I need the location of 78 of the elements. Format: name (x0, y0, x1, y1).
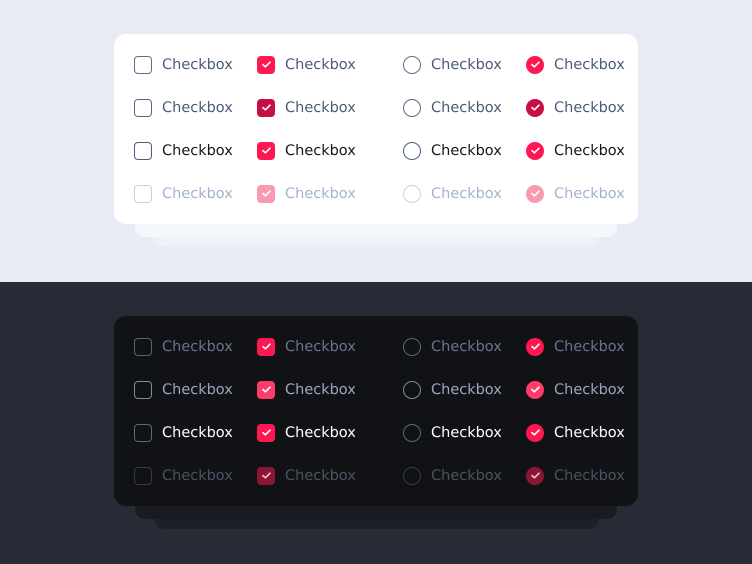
checkbox[interactable] (257, 424, 275, 442)
checkbox-label: Checkbox (285, 100, 356, 116)
checkbox-label: Checkbox (431, 56, 502, 72)
checkbox-label: Checkbox (554, 338, 625, 354)
checkmark-icon (530, 472, 540, 479)
checkbox-label: Checkbox (431, 424, 502, 440)
checkbox-label: Checkbox (554, 424, 625, 440)
checkbox[interactable] (134, 338, 152, 356)
checkmark-icon (262, 472, 270, 479)
checkbox[interactable] (134, 466, 152, 484)
checkbox-label: Checkbox (285, 186, 356, 202)
checkbox-label: Checkbox (285, 56, 356, 72)
checkmark-icon (262, 343, 270, 350)
checkbox[interactable] (134, 98, 152, 116)
radio-checkbox[interactable] (526, 424, 544, 442)
checkbox-label: Checkbox (285, 382, 356, 398)
checkbox-label: Checkbox (554, 142, 625, 158)
checkmark-icon (530, 190, 540, 197)
checkmark-icon (262, 104, 270, 111)
checkbox-label: Checkbox (162, 100, 233, 116)
checkmark-icon (262, 429, 270, 436)
checkbox-label: Checkbox (162, 424, 233, 440)
checkbox-label: Checkbox (431, 142, 502, 158)
checkbox-label: Checkbox (431, 468, 502, 484)
radio-checkbox[interactable] (403, 466, 421, 484)
checkbox-label: Checkbox (554, 100, 625, 116)
checkbox[interactable] (257, 98, 275, 116)
checkbox-label: Checkbox (431, 100, 502, 116)
radio-checkbox[interactable] (403, 56, 421, 74)
checkmark-icon (262, 190, 270, 197)
checkbox-label: Checkbox (162, 186, 233, 202)
checkmark-icon (530, 429, 540, 436)
radio-checkbox[interactable] (403, 98, 421, 116)
checkbox[interactable] (257, 466, 275, 484)
radio-checkbox[interactable] (526, 184, 544, 202)
checkbox[interactable] (134, 56, 152, 74)
checkmark-icon (530, 343, 540, 350)
radio-checkbox[interactable] (403, 380, 421, 398)
checkbox[interactable] (134, 424, 152, 442)
radio-checkbox[interactable] (526, 466, 544, 484)
radio-checkbox[interactable] (403, 424, 421, 442)
radio-checkbox[interactable] (403, 142, 421, 160)
checkbox[interactable] (257, 142, 275, 160)
checkbox-label: Checkbox (162, 56, 233, 72)
radio-checkbox[interactable] (526, 338, 544, 356)
radio-checkbox[interactable] (403, 338, 421, 356)
checkbox-label: Checkbox (554, 468, 625, 484)
checkbox-label: Checkbox (431, 382, 502, 398)
checkmark-icon (530, 386, 540, 393)
radio-checkbox[interactable] (526, 56, 544, 74)
checkbox[interactable] (134, 142, 152, 160)
checkbox-label: Checkbox (554, 186, 625, 202)
checkbox[interactable] (257, 338, 275, 356)
radio-checkbox[interactable] (526, 98, 544, 116)
radio-checkbox[interactable] (526, 142, 544, 160)
checkbox-label: Checkbox (554, 56, 625, 72)
radio-checkbox[interactable] (526, 380, 544, 398)
checkmark-icon (262, 61, 270, 68)
checkmark-icon (530, 61, 540, 68)
checkbox-label: Checkbox (431, 186, 502, 202)
checkbox-label: Checkbox (431, 338, 502, 354)
checkbox[interactable] (134, 380, 152, 398)
checkbox-label: Checkbox (285, 338, 356, 354)
checkbox-label: Checkbox (285, 142, 356, 158)
checkbox-label: Checkbox (162, 338, 233, 354)
checkmark-icon (262, 386, 270, 393)
checkbox[interactable] (257, 184, 275, 202)
checkbox-label: Checkbox (285, 424, 356, 440)
checkbox-label: Checkbox (162, 468, 233, 484)
checkbox[interactable] (257, 56, 275, 74)
checkbox-label: Checkbox (162, 142, 233, 158)
checkmark-icon (530, 147, 540, 154)
checkmark-icon (530, 104, 540, 111)
checkbox-label: Checkbox (162, 382, 233, 398)
checkbox-label: Checkbox (285, 468, 356, 484)
checkbox[interactable] (257, 380, 275, 398)
checkbox-label: Checkbox (554, 382, 625, 398)
checkmark-icon (262, 147, 270, 154)
